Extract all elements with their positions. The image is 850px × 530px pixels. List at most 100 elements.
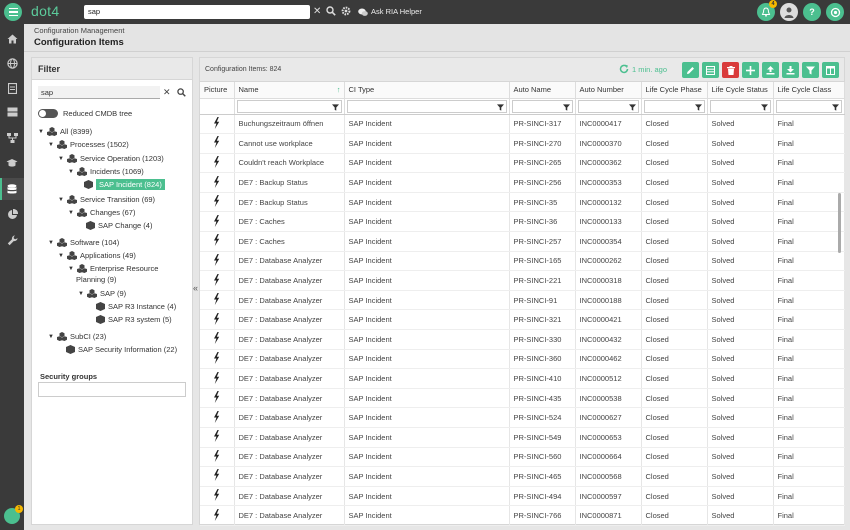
column-filter-funnel-icon[interactable] (694, 103, 702, 111)
nav-document-icon[interactable] (0, 77, 24, 99)
column-filter-input[interactable] (577, 99, 639, 113)
column-header[interactable]: Auto Name (509, 82, 576, 99)
caret-down-icon[interactable]: ▼ (68, 169, 74, 175)
ria-assistant-icon[interactable] (826, 3, 844, 21)
column-header[interactable]: Life Cycle Class (773, 82, 845, 99)
table-row[interactable]: DE7 : Database Analyzer SAP Incident PR-SI… (200, 388, 845, 409)
delete-button[interactable] (722, 62, 739, 78)
nav-server-icon[interactable] (0, 101, 24, 123)
column-filter-funnel-icon[interactable] (831, 103, 839, 111)
tree-node-all[interactable]: ▼ All (8399) (38, 126, 92, 137)
tree-node-service-transition[interactable]: ▼ Service Transition (69) (58, 194, 155, 205)
tree-node-sap[interactable]: ▼ SAP (9) (78, 288, 126, 299)
table-row[interactable]: DE7 : Database Analyzer SAP Incident PR-SI… (200, 368, 845, 389)
column-header[interactable]: Name ↑ (234, 82, 345, 99)
table-row[interactable]: DE7 : Database Analyzer SAP Incident PR-SI… (200, 505, 845, 526)
collapse-panel-icon[interactable]: « (193, 283, 198, 293)
column-filter-input[interactable] (511, 99, 573, 113)
tree-node-applications[interactable]: ▼ Applications (49) (58, 250, 136, 261)
tree-node-service-operation[interactable]: ▼ Service Operation (1203) (58, 153, 164, 164)
tree-node-incidents[interactable]: ▼ Incidents (1069) (68, 166, 144, 177)
table-row[interactable]: Buchungszeitraum öffnen SAP Incident PR-SI… (200, 114, 845, 135)
global-search-input[interactable]: sap (84, 5, 310, 19)
columns-button[interactable] (822, 62, 839, 78)
column-filter-funnel-icon[interactable] (331, 103, 339, 111)
tree-node-erp-line2[interactable]: Planning (9) (76, 274, 116, 285)
download-button[interactable] (782, 62, 799, 78)
nav-home-icon[interactable] (0, 28, 24, 50)
column-filter-funnel-icon[interactable] (760, 103, 768, 111)
tree-node-software[interactable]: ▼ Software (104) (48, 237, 119, 248)
hamburger-menu-icon[interactable] (4, 3, 22, 21)
column-filter-input[interactable] (643, 99, 705, 113)
table-row[interactable]: DE7 : Database Analyzer SAP Incident PR-SI… (200, 270, 845, 291)
table-row[interactable]: DE7 : Database Analyzer SAP Incident PR-SI… (200, 349, 845, 370)
tree-node-sap-incident[interactable]: SAP Incident (824) (84, 179, 165, 190)
toggle-switch[interactable] (38, 109, 58, 118)
nav-wrench-icon[interactable] (0, 229, 24, 251)
caret-down-icon[interactable]: ▼ (68, 266, 74, 272)
clear-search-icon[interactable]: ✕ (313, 5, 321, 19)
filter-clear-icon[interactable]: ✕ (163, 86, 171, 99)
filter-search-input[interactable]: sap (38, 86, 160, 99)
table-row[interactable]: DE7 : Database Analyzer SAP Incident PR-SI… (200, 329, 845, 350)
caret-down-icon[interactable]: ▼ (48, 334, 54, 340)
tree-node-processes[interactable]: ▼ Processes (1502) (48, 139, 129, 150)
edit-button[interactable] (682, 62, 699, 78)
table-row[interactable]: DE7 : Database Analyzer SAP Incident PR-SI… (200, 407, 845, 428)
column-filter-funnel-icon[interactable] (628, 103, 636, 111)
add-button[interactable] (742, 62, 759, 78)
search-icon[interactable] (326, 6, 336, 16)
tree-node-sap-r3-system[interactable]: SAP R3 system (5) (96, 314, 172, 325)
sort-ascending-icon[interactable]: ↑ (337, 85, 341, 94)
column-header[interactable]: Life Cycle Status (707, 82, 774, 99)
caret-down-icon[interactable]: ▼ (48, 240, 54, 246)
caret-down-icon[interactable]: ▼ (58, 156, 64, 162)
reduced-cmdb-toggle[interactable]: Reduced CMDB tree (38, 109, 132, 118)
caret-down-icon[interactable]: ▼ (78, 291, 84, 297)
vertical-scrollbar[interactable] (838, 193, 841, 253)
table-row[interactable]: DE7 : Caches SAP Incident PR-SINCI-257 INC0… (200, 231, 845, 252)
breadcrumb[interactable]: Configuration Management (34, 26, 124, 35)
tree-node-erp[interactable]: ▼ Enterprise Resource (68, 263, 158, 274)
table-row[interactable]: DE7 : Backup Status SAP Incident PR-SINCI-… (200, 172, 845, 193)
table-row[interactable]: DE7 : Database Analyzer SAP Incident PR-SI… (200, 290, 845, 311)
notification-bell-icon[interactable]: 4 (757, 0, 777, 21)
table-row[interactable]: DE7 : Database Analyzer SAP Incident PR-SI… (200, 251, 845, 272)
column-header[interactable]: Auto Number (575, 82, 642, 99)
table-row[interactable]: DE7 : Database Analyzer SAP Incident PR-SI… (200, 427, 845, 448)
filter-search-icon[interactable] (177, 88, 186, 97)
column-header[interactable]: CI Type (344, 82, 510, 99)
caret-down-icon[interactable]: ▼ (38, 129, 44, 135)
table-row[interactable]: DE7 : Caches SAP Incident PR-SINCI-36 INC00… (200, 211, 845, 233)
table-row[interactable]: DE7 : Backup Status SAP Incident PR-SINCI-… (200, 192, 845, 213)
nav-network-icon[interactable] (0, 127, 24, 149)
table-row[interactable]: DE7 : Database Analyzer SAP Incident PR-SI… (200, 309, 845, 331)
upload-button[interactable] (762, 62, 779, 78)
nav-globe-icon[interactable] (0, 52, 24, 74)
table-row[interactable]: DE7 : Database Analyzer SAP Incident PR-SI… (200, 466, 845, 487)
help-icon[interactable]: ? (803, 3, 821, 21)
caret-down-icon[interactable]: ▼ (68, 210, 74, 216)
filter-button[interactable] (802, 62, 819, 78)
column-filter-input[interactable] (346, 99, 507, 113)
column-filter-funnel-icon[interactable] (496, 103, 504, 111)
nav-cmdb-icon[interactable] (0, 178, 24, 200)
table-row[interactable]: Couldn't reach Workplace SAP Incident PR-S… (200, 153, 845, 174)
tree-node-subci[interactable]: ▼ SubCI (23) (48, 331, 106, 342)
refresh-button[interactable]: 1 min. ago (619, 64, 667, 74)
list-view-button[interactable] (702, 62, 719, 78)
caret-down-icon[interactable]: ▼ (48, 142, 54, 148)
security-groups-input[interactable] (38, 382, 186, 397)
caret-down-icon[interactable]: ▼ (58, 197, 64, 203)
nav-education-icon[interactable] (0, 152, 24, 174)
caret-down-icon[interactable]: ▼ (58, 253, 64, 259)
tree-node-sap-security-information[interactable]: SAP Security Information (22) (66, 344, 177, 355)
column-filter-input[interactable] (709, 99, 771, 113)
column-filter-input[interactable] (775, 99, 842, 113)
tree-node-changes[interactable]: ▼ Changes (67) (68, 207, 135, 218)
ask-ria-helper-button[interactable]: Ask RIA Helper (358, 5, 422, 19)
column-filter-input[interactable] (236, 99, 342, 113)
gear-icon[interactable] (341, 6, 351, 16)
tree-node-sap-r3-instance[interactable]: SAP R3 Instance (4) (96, 301, 176, 312)
